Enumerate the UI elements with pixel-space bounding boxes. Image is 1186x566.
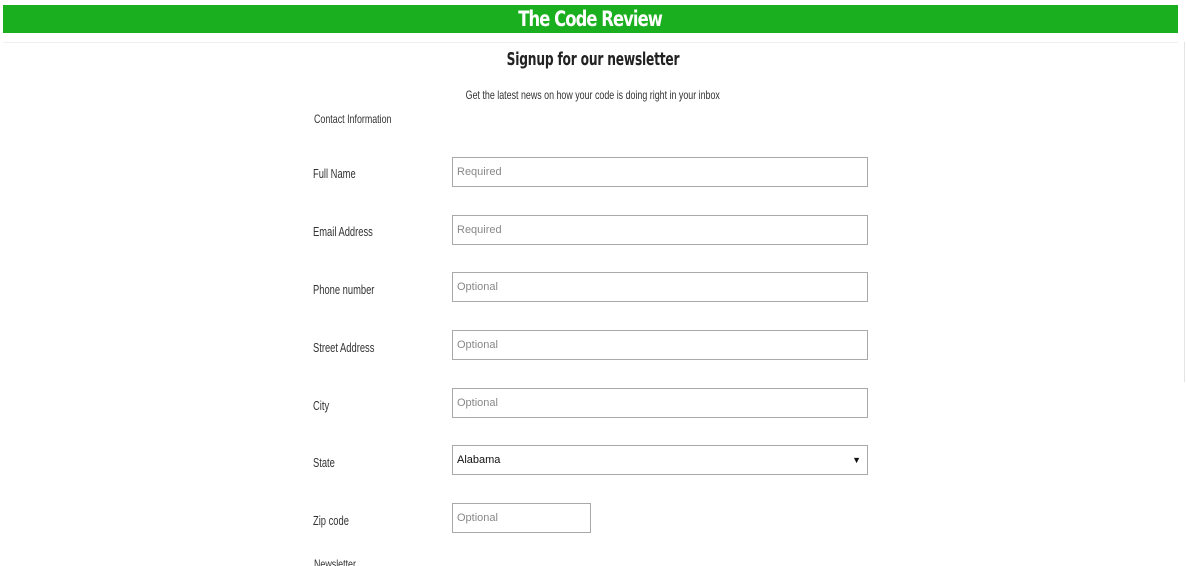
signup-heading-text: Signup for our newsletter bbox=[506, 49, 680, 70]
state-label-text: State bbox=[313, 455, 335, 470]
city-label-text: City bbox=[313, 398, 330, 413]
state-selected-value: Alabama bbox=[457, 454, 501, 466]
signup-heading: Signup for our newsletter bbox=[0, 49, 1186, 70]
full-name-label: Full Name bbox=[313, 166, 372, 181]
full-name-label-text: Full Name bbox=[313, 166, 356, 181]
city-input[interactable] bbox=[452, 388, 868, 418]
full-name-input[interactable] bbox=[452, 157, 868, 187]
site-title: The Code Review bbox=[518, 7, 664, 31]
signup-subtitle-text: Get the latest news on how your code is … bbox=[465, 88, 721, 102]
email-label: Email Address bbox=[313, 224, 396, 239]
newsletter-section-text: Newsletter bbox=[314, 557, 356, 566]
email-label-text: Email Address bbox=[313, 224, 373, 239]
street-label-text: Street Address bbox=[313, 340, 375, 355]
site-header: The Code Review bbox=[3, 5, 1178, 33]
street-input[interactable] bbox=[452, 330, 868, 360]
street-label: Street Address bbox=[313, 340, 398, 355]
signup-subtitle: Get the latest news on how your code is … bbox=[0, 88, 1186, 102]
newsletter-section-label: Newsletter bbox=[314, 557, 371, 566]
zip-label-text: Zip code bbox=[313, 513, 349, 528]
state-label: State bbox=[313, 455, 343, 470]
phone-label-text: Phone number bbox=[313, 282, 375, 297]
contact-section-label: Contact Information bbox=[314, 112, 419, 126]
zip-label: Zip code bbox=[313, 513, 363, 528]
email-input[interactable] bbox=[452, 215, 868, 245]
header-divider bbox=[3, 42, 1178, 43]
state-select[interactable]: Alabama ▼ bbox=[452, 445, 868, 475]
phone-label: Phone number bbox=[313, 282, 398, 297]
dropdown-arrow-icon: ▼ bbox=[852, 455, 861, 465]
contact-section-text: Contact Information bbox=[314, 112, 392, 126]
phone-input[interactable] bbox=[452, 272, 868, 302]
zip-input[interactable] bbox=[452, 503, 591, 533]
city-label: City bbox=[313, 398, 335, 413]
